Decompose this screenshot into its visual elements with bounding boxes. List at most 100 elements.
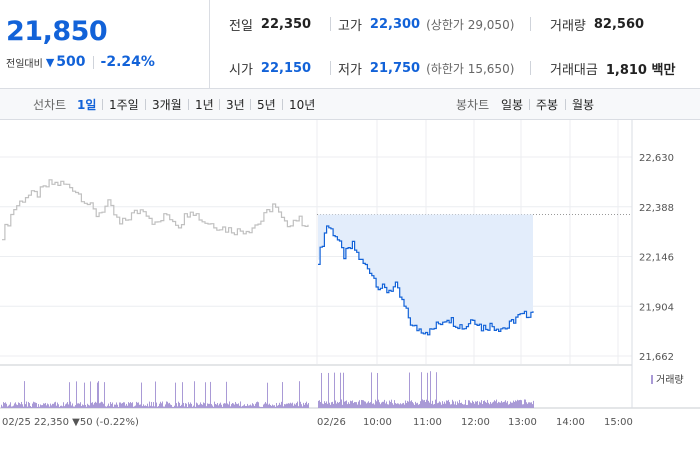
volume-bar [325, 402, 326, 408]
volume-bar [476, 401, 477, 408]
volume-bar [387, 404, 388, 408]
upper-limit-note: (상한가 29,050) [426, 18, 515, 32]
volume-bar [467, 404, 468, 408]
volume-bar [409, 372, 410, 408]
volume-bar [277, 405, 278, 408]
volume-bar [287, 403, 288, 408]
volume-bar [122, 403, 123, 408]
high-value: 22,300 [369, 17, 421, 32]
volume-bar [246, 405, 247, 408]
volume-bar [217, 403, 218, 408]
volume-bar [382, 401, 383, 408]
volume-bar [189, 404, 190, 408]
period-1d-tab[interactable]: 1일 [77, 96, 96, 113]
volume-bar [298, 406, 299, 408]
x-tick-label: 02/25 [2, 417, 31, 428]
volume-bar [264, 403, 265, 408]
volume-bar [149, 401, 150, 408]
volume-bar [399, 404, 400, 408]
divider [188, 99, 189, 110]
volume-bar [318, 400, 319, 408]
volume-bar [401, 404, 402, 408]
volume-bar [332, 401, 333, 408]
volume-bar [96, 402, 97, 408]
volume-bar [133, 406, 134, 408]
volume-bar [224, 403, 225, 408]
period-1w-tab[interactable]: 1주일 [109, 96, 139, 113]
volume-bar [166, 401, 167, 408]
volume-bar [342, 404, 343, 408]
y-tick-label: 21,662 [639, 352, 674, 363]
volume-bar [242, 405, 243, 408]
high-stat: 고가 22,300 (상한가 29,050) [338, 15, 514, 34]
volume-bar [294, 403, 295, 408]
volume-bar [479, 401, 480, 408]
volume-bar [366, 403, 367, 408]
volume-bar [238, 403, 239, 408]
volume-bar [28, 401, 29, 408]
volume-bar [337, 401, 338, 408]
volume-bar [37, 406, 38, 408]
divider [102, 99, 103, 110]
period-5y-tab[interactable]: 5년 [257, 96, 276, 113]
volume-bar [442, 401, 443, 408]
volume-bar [462, 403, 463, 408]
divider [92, 55, 94, 69]
volume-bar [532, 404, 533, 408]
volume-bar [408, 401, 409, 408]
volume-bar [300, 401, 301, 408]
volume-bar [119, 402, 120, 408]
volume-bar [58, 404, 59, 408]
period-1y-tab[interactable]: 1년 [195, 96, 214, 113]
volume-bar [259, 406, 260, 408]
volume-bar [95, 401, 96, 408]
volume-bar [29, 403, 30, 408]
volume-bar [117, 404, 118, 408]
period-3m-tab[interactable]: 3개월 [152, 96, 182, 113]
volume-bar [14, 403, 15, 408]
volume-bar [303, 402, 304, 408]
price-chart: 22,63022,38822,14621,90421,662 02/25 02/2… [0, 120, 700, 428]
volume-bar [450, 404, 451, 408]
volume-bar [157, 406, 158, 408]
volume-bar [40, 404, 41, 408]
volume-bar [489, 404, 490, 408]
volume-bar [65, 404, 66, 408]
volume-bar [98, 381, 99, 408]
volume-bar [412, 402, 413, 408]
stock-summary: 21,850 전일대비 ▼ 500 -2.24% 전일 22,350 고가 22… [0, 0, 700, 89]
volume-bar [474, 403, 475, 408]
volume-bar [77, 403, 78, 408]
period-10y-tab[interactable]: 10년 [289, 96, 315, 113]
volume-bar [275, 406, 276, 408]
volume-legend-swatch [651, 375, 653, 384]
volume-bar [35, 402, 36, 408]
volume-bar [524, 399, 525, 408]
volume-bar [104, 382, 105, 408]
weekly-candle-tab[interactable]: 주봉 [536, 96, 558, 113]
volume-bar [529, 402, 530, 408]
volume-bar [410, 401, 411, 408]
volume-bar [16, 404, 17, 408]
monthly-candle-tab[interactable]: 월봉 [572, 96, 594, 113]
volume-bar [167, 401, 168, 408]
volume-bar [463, 404, 464, 408]
volume-bar [18, 402, 19, 408]
volume-bar [341, 399, 342, 408]
volume-bar [383, 401, 384, 408]
x-tick-label: 14:00 [556, 417, 585, 428]
volume-bar [481, 400, 482, 408]
volume-bar [505, 400, 506, 408]
volume-bar [510, 401, 511, 408]
volume-bar [372, 403, 373, 408]
volume-bar [374, 404, 375, 408]
open-value: 22,150 [260, 61, 312, 76]
line-chart-label: 선차트 [33, 98, 67, 112]
period-3y-tab[interactable]: 3년 [226, 96, 245, 113]
divider [330, 17, 331, 31]
volume-bar [368, 401, 369, 408]
volume-bar [436, 372, 437, 408]
volume-bar [416, 403, 417, 408]
volume-bar [220, 402, 221, 408]
daily-candle-tab[interactable]: 일봉 [501, 96, 523, 113]
